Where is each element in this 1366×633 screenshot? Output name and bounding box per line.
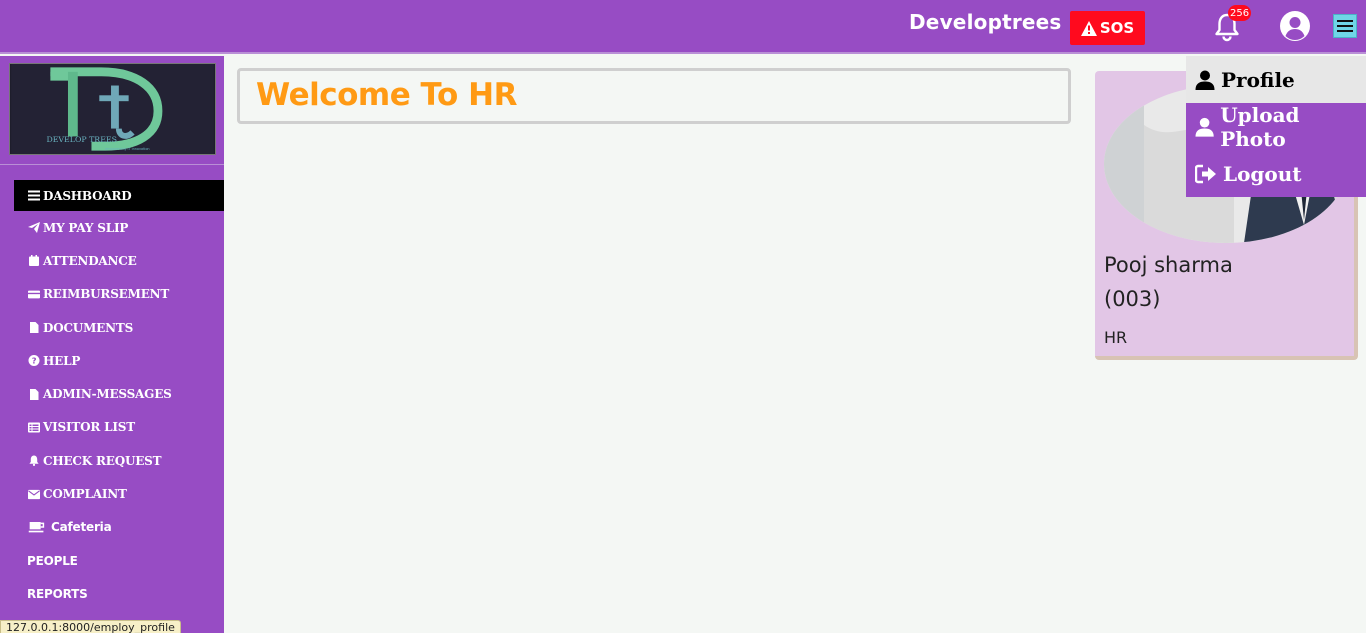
user-dropdown-menu: Profile Upload Photo Logout [1186, 56, 1366, 197]
menu-item-label: Upload Photo [1220, 102, 1300, 151]
sidebar-item-label: VISITOR LIST [43, 420, 135, 435]
employee-id: (003) [1104, 287, 1161, 311]
sos-label: SOS [1099, 19, 1135, 37]
welcome-banner: Welcome To HR [237, 68, 1071, 124]
user-circle-icon [1280, 11, 1310, 41]
employee-name: Pooj sharma [1104, 253, 1233, 277]
menu-item-upload-photo[interactable]: Upload Photo [1186, 102, 1366, 151]
sidebar-item-cafeteria[interactable]: Cafeteria [14, 511, 224, 544]
user-icon [1195, 117, 1214, 137]
sidebar-item-complaint[interactable]: COMPLAINT [14, 477, 224, 510]
sidebar-divider [0, 164, 224, 165]
sidebar-item-label: COMPLAINT [43, 487, 127, 502]
sidebar-item-label: REIMBURSEMENT [43, 287, 170, 302]
menu-item-label: Profile [1221, 67, 1295, 92]
brand-name[interactable]: Developtrees [909, 10, 1062, 34]
svg-text:?: ? [32, 356, 37, 366]
bars-icon [27, 190, 41, 202]
user-account-button[interactable] [1279, 10, 1311, 42]
bell-icon [27, 455, 41, 467]
file-icon [27, 322, 41, 334]
sidebar-item-my-pay-slip[interactable]: MY PAY SLIP [14, 211, 224, 244]
menu-item-logout[interactable]: Logout [1186, 150, 1366, 197]
hamburger-bar [1337, 30, 1353, 32]
sos-button[interactable]: SOS [1070, 11, 1145, 45]
status-bar-url: 127.0.0.1:8000/employ_profile [0, 620, 181, 633]
warning-icon [1080, 20, 1097, 36]
question-circle-icon: ? [27, 355, 41, 367]
sidebar-item-label: DASHBOARD [43, 188, 132, 203]
sidebar-item-label: ATTENDANCE [43, 253, 137, 268]
sidebar-item-label: Cafeteria [51, 520, 112, 535]
menu-item-profile[interactable]: Profile [1186, 56, 1366, 103]
top-navbar: Developtrees SOS 256 [0, 0, 1366, 54]
sign-out-icon [1195, 164, 1216, 183]
menu-item-label: Logout [1223, 161, 1302, 186]
sidebar-item-admin-messages[interactable]: ADMIN-MESSAGES [14, 377, 224, 410]
sidebar-item-people[interactable]: PEOPLE [14, 544, 224, 577]
user-icon [1195, 70, 1215, 90]
list-icon [27, 421, 41, 433]
sidebar-item-label: PEOPLE [27, 553, 78, 568]
hamburger-menu-button[interactable] [1333, 14, 1357, 38]
logo-tagline: empowering IT innovation [105, 147, 149, 151]
sidebar-item-label: HELP [43, 353, 81, 368]
sidebar: DEVELOP TREES empowering IT innovation D… [0, 56, 224, 633]
sidebar-item-check-request[interactable]: CHECK REQUEST [14, 444, 224, 477]
sidebar-item-dashboard[interactable]: DASHBOARD [14, 180, 224, 211]
sidebar-item-help[interactable]: ? HELP [14, 344, 224, 377]
sidebar-item-label: MY PAY SLIP [43, 220, 129, 235]
sidebar-item-documents[interactable]: DOCUMENTS [14, 311, 224, 344]
credit-card-icon [27, 288, 41, 300]
sidebar-item-visitor-list[interactable]: VISITOR LIST [14, 411, 224, 444]
file-icon [27, 388, 41, 400]
coffee-icon [27, 521, 47, 533]
calendar-icon [27, 255, 41, 267]
page-title: Welcome To HR [256, 77, 517, 113]
logo-wordmark: DEVELOP TREES [46, 135, 117, 144]
employee-role: HR [1104, 328, 1128, 347]
sidebar-item-label: DOCUMENTS [43, 320, 134, 335]
paper-plane-icon [27, 222, 41, 234]
sidebar-item-label: CHECK REQUEST [43, 453, 162, 468]
sidebar-item-attendance[interactable]: ATTENDANCE [14, 244, 224, 277]
hamburger-bar [1337, 20, 1353, 22]
notification-badge: 256 [1228, 5, 1252, 21]
sidebar-item-reports[interactable]: REPORTS [14, 577, 224, 610]
hamburger-bar [1337, 25, 1353, 27]
envelope-icon [27, 488, 41, 500]
company-logo[interactable]: DEVELOP TREES empowering IT innovation [9, 63, 216, 155]
developtrees-logo: DEVELOP TREES empowering IT innovation [11, 64, 214, 154]
sidebar-item-reimbursement[interactable]: REIMBURSEMENT [14, 278, 224, 311]
sidebar-item-label: ADMIN-MESSAGES [43, 387, 172, 402]
sidebar-nav: DASHBOARD MY PAY SLIP ATTENDANCE REIMBUR… [14, 180, 224, 611]
sidebar-item-label: REPORTS [27, 586, 88, 601]
